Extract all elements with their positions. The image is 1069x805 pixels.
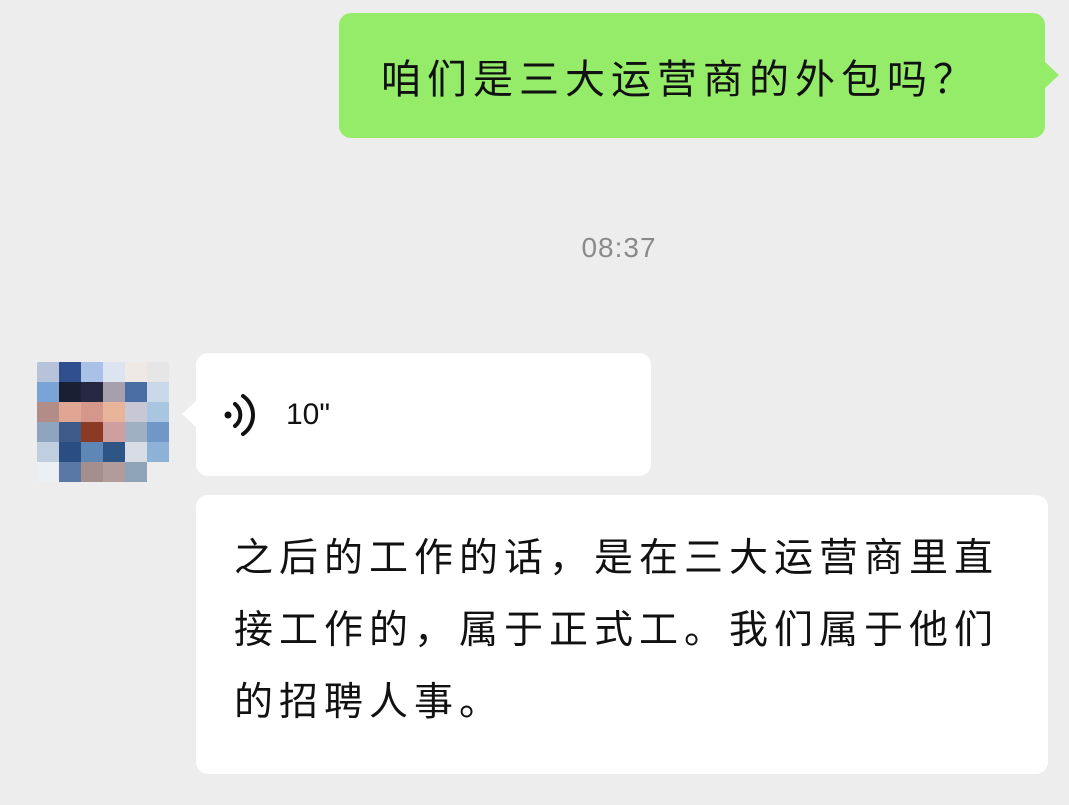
- outgoing-bubble-tail: [1044, 61, 1059, 89]
- voice-duration: 10": [286, 397, 331, 431]
- incoming-message-text: 之后的工作的话，是在三大运营商里直接工作的，属于正式工。我们属于他们的招聘人事。: [234, 536, 1000, 725]
- outgoing-message-text: 咱们是三大运营商的外包吗？: [381, 56, 979, 103]
- incoming-message-bubble[interactable]: 之后的工作的话，是在三大运营商里直接工作的，属于正式工。我们属于他们的招聘人事。: [196, 495, 1048, 774]
- outgoing-message-bubble[interactable]: 咱们是三大运营商的外包吗？: [339, 13, 1059, 138]
- voice-message-bubble[interactable]: 10": [182, 353, 651, 476]
- incoming-bubble-tail: [182, 400, 197, 428]
- avatar[interactable]: [37, 362, 169, 484]
- voice-wave-icon: [224, 393, 256, 436]
- message-timestamp: 08:37: [581, 232, 657, 263]
